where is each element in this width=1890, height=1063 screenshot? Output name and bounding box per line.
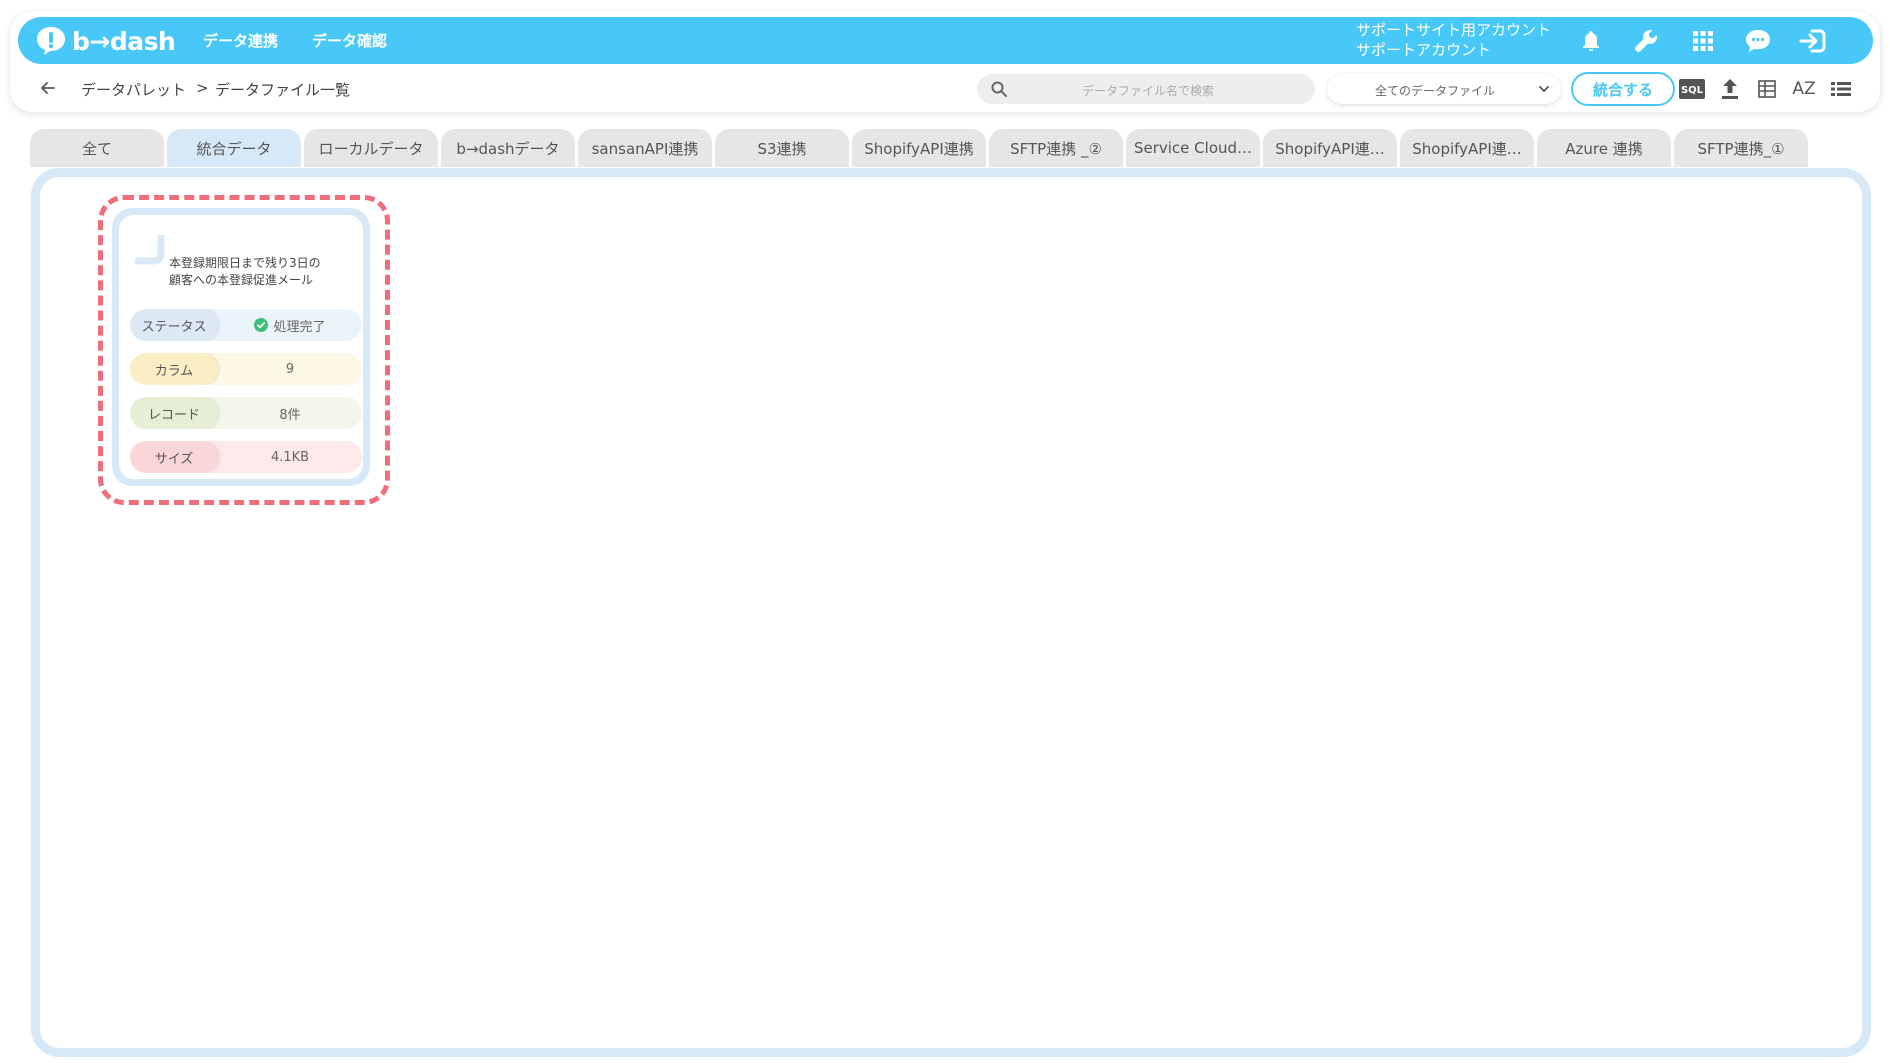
status-text: 処理完了 (273, 319, 326, 335)
status-value: 処理完了 (218, 309, 362, 341)
sql-icon[interactable]: SQL (1679, 76, 1705, 102)
account-site-label: サポートサイト用アカウント (1356, 21, 1552, 39)
tab-service-cloud[interactable]: Service Cloud… (1126, 129, 1260, 167)
tab-s3[interactable]: S3連携 (715, 129, 849, 167)
data-file-title: 本登録期限日まで残り3日の 顧客への本登録促進メール (169, 255, 359, 289)
size-value: 4.1KB (270, 449, 310, 465)
toolbar-row: データパレット > データファイル一覧 データファイル名で検索 全てのデータファ… (10, 70, 1880, 110)
file-filter-select[interactable]: 全てのデータファイル (1327, 74, 1561, 104)
back-arrow-icon[interactable] (38, 78, 58, 98)
tab-sansan-api[interactable]: sansanAPI連携 (578, 129, 712, 167)
chevron-down-icon (1539, 86, 1549, 93)
merge-button[interactable]: 統合する (1571, 72, 1675, 106)
check-circle-icon (254, 318, 269, 332)
status-label: ステータス (130, 309, 218, 341)
logo[interactable]: b→dash (34, 23, 176, 59)
data-file-title-line2: 顧客への本登録促進メール (169, 273, 314, 287)
tab-shopify-api[interactable]: ShopifyAPI連携 (852, 129, 986, 167)
tab-shopify-api-3[interactable]: ShopifyAPI連… (1400, 129, 1534, 167)
table-view-icon[interactable] (1754, 76, 1780, 102)
tab-bdash-data[interactable]: b→dashデータ (441, 129, 575, 167)
search-placeholder: データファイル名で検索 (1082, 84, 1215, 98)
tab-azure[interactable]: Azure 連携 (1537, 129, 1671, 167)
sort-az-label: AZ (1792, 79, 1816, 99)
breadcrumb-separator: > (196, 79, 209, 97)
tab-merged-data[interactable]: 統合データ (167, 129, 301, 167)
tab-sftp-1[interactable]: SFTP連携_① (1674, 129, 1808, 167)
wrench-icon[interactable] (1631, 26, 1661, 56)
logout-icon[interactable] (1798, 26, 1828, 56)
tab-local-data[interactable]: ローカルデータ (304, 129, 438, 167)
bdash-logo-icon (37, 27, 65, 55)
logo-text: b→dash (72, 26, 176, 56)
breadcrumb-root[interactable]: データパレット (81, 79, 186, 100)
status-row: ステータス 処理完了 (130, 309, 362, 341)
tab-sftp-2[interactable]: SFTP連携 _② (989, 129, 1123, 167)
size-row: サイズ 4.1KB (130, 441, 362, 473)
column-value: 9 (285, 361, 295, 377)
size-label: サイズ (130, 441, 218, 473)
search-input[interactable]: データファイル名で検索 (977, 74, 1315, 104)
tab-all[interactable]: 全て (30, 129, 164, 167)
column-row: カラム 9 (130, 353, 362, 385)
record-row: レコード 8件 (130, 397, 362, 429)
file-filter-value: 全てのデータファイル (1375, 84, 1496, 98)
nav-data-check[interactable]: データ確認 (312, 30, 387, 51)
data-file-title-line1: 本登録期限日まで残り3日の (169, 256, 321, 270)
grid-menu-icon[interactable] (1688, 26, 1718, 56)
top-bar: b→dash データ連携 データ確認 サポートサイト用アカウント サポートアカウ… (18, 17, 1873, 64)
column-label: カラム (130, 353, 218, 385)
record-label: レコード (130, 397, 218, 429)
tab-shopify-api-2[interactable]: ShopifyAPI連… (1263, 129, 1397, 167)
breadcrumb-current: データファイル一覧 (215, 81, 351, 99)
nav-data-integration[interactable]: データ連携 (203, 30, 278, 51)
file-corner-icon (135, 235, 165, 265)
list-view-icon[interactable] (1828, 76, 1854, 102)
account-info[interactable]: サポートサイト用アカウント サポートアカウント (1356, 20, 1551, 60)
sql-icon-label: SQL (1681, 85, 1704, 96)
search-icon (991, 81, 1007, 97)
sort-az-icon[interactable]: AZ (1791, 76, 1817, 102)
bell-icon[interactable] (1576, 26, 1606, 56)
data-file-card[interactable]: 本登録期限日まで残り3日の 顧客への本登録促進メール ステータス 処理完了 カラ… (112, 208, 370, 486)
data-file-card-body: 本登録期限日まで残り3日の 顧客への本登録促進メール ステータス 処理完了 カラ… (119, 215, 363, 479)
record-value: 8件 (279, 407, 301, 423)
account-name: サポートアカウント (1356, 41, 1492, 59)
upload-icon[interactable] (1717, 76, 1743, 102)
support-chat-icon[interactable] (1743, 26, 1773, 56)
